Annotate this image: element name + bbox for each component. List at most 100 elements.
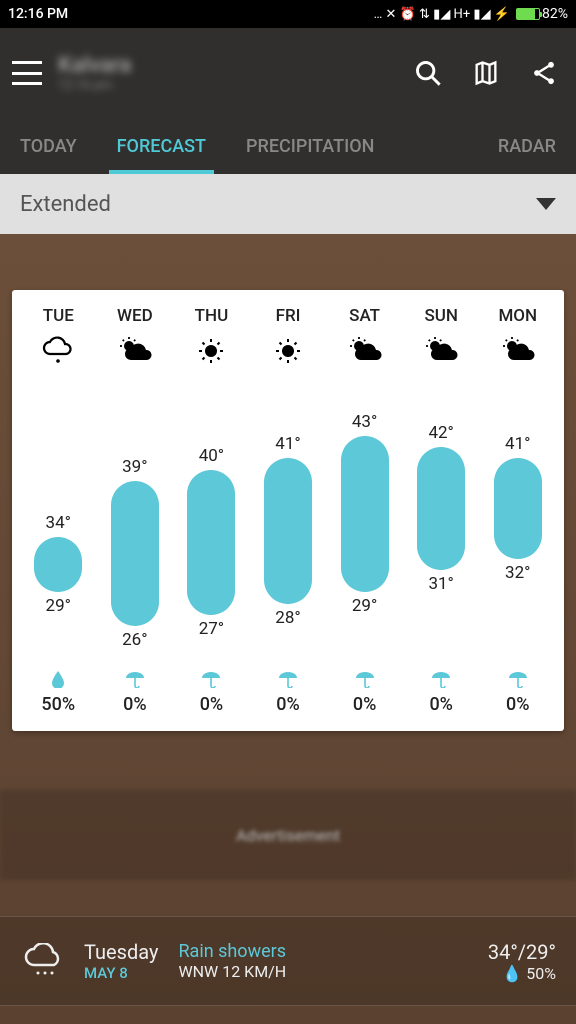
day-label: SAT <box>349 306 380 326</box>
summary-temps-block: 34°/29° 💧 50% <box>488 940 556 983</box>
forecast-day[interactable]: MON <box>479 306 556 374</box>
temp-low: 29° <box>46 596 71 616</box>
summary-precip: 💧 50% <box>488 964 556 983</box>
tab-radar[interactable]: RADAR <box>478 118 576 174</box>
precip-cell: 0% <box>403 670 480 715</box>
forecast-day[interactable]: SUN <box>403 306 480 374</box>
temp-bar-column: 34° 29° <box>20 380 97 650</box>
status-bar: 12:16 PM … ✕ ⏰ ⇅ ▮◢ H+ ▮◢ ⚡ 82% <box>0 0 576 28</box>
forecast-view-label: Extended <box>20 192 111 217</box>
precip-value: 0% <box>200 694 223 715</box>
day-label: THU <box>195 306 229 326</box>
precip-cell: 0% <box>479 670 556 715</box>
temp-low: 29° <box>352 596 377 616</box>
status-icons: … ✕ ⏰ ⇅ ▮◢ H+ ▮◢ ⚡ <box>374 7 510 22</box>
temp-bar-column: 42° 31° <box>403 380 480 650</box>
temp-bar <box>494 458 542 559</box>
precip-value: 0% <box>506 694 529 715</box>
temp-bar-column: 43° 29° <box>326 380 403 650</box>
precip-cell: 50% <box>20 670 97 715</box>
temp-high: 42° <box>428 423 453 443</box>
forecast-day[interactable]: SAT <box>326 306 403 374</box>
temp-bar <box>187 470 235 615</box>
cloud-rain-icon <box>20 943 64 979</box>
temp-bar <box>341 436 389 592</box>
chevron-down-icon <box>536 198 556 210</box>
temp-low: 26° <box>122 630 147 650</box>
temp-low: 31° <box>428 574 453 594</box>
forecast-day[interactable]: THU <box>173 306 250 374</box>
location-name: Kalvara <box>58 53 398 78</box>
precip-value: 0% <box>276 694 299 715</box>
day-label: SUN <box>424 306 457 326</box>
tab-forecast[interactable]: FORECAST <box>97 118 226 174</box>
temp-high: 34° <box>46 513 71 533</box>
temp-low: 27° <box>199 619 224 639</box>
day-label: TUE <box>43 306 74 326</box>
temp-high: 41° <box>275 434 300 454</box>
today-summary-bar[interactable]: Tuesday MAY 8 Rain showers WNW 12 KM/H 3… <box>0 916 576 1006</box>
summary-conditions-block: Rain showers WNW 12 KM/H <box>178 941 467 981</box>
umbrella-icon <box>201 670 221 688</box>
precip-cell: 0% <box>250 670 327 715</box>
cloud-hail-icon <box>38 336 78 366</box>
advertisement[interactable]: Advertisement <box>0 790 576 880</box>
temp-low: 32° <box>505 563 530 583</box>
umbrella-icon <box>508 670 528 688</box>
search-icon[interactable] <box>414 59 442 87</box>
temp-bar <box>417 447 465 570</box>
forecast-day[interactable]: TUE <box>20 306 97 374</box>
appbar-actions <box>414 59 564 87</box>
precip-cell: 0% <box>326 670 403 715</box>
temp-high: 41° <box>505 434 530 454</box>
summary-wind: WNW 12 KM/H <box>178 962 467 981</box>
forecast-view-selector[interactable]: Extended <box>0 174 576 234</box>
sun-cloud-icon <box>345 336 385 366</box>
sun-cloud-icon <box>421 336 461 366</box>
temp-high: 43° <box>352 412 377 432</box>
summary-day: Tuesday <box>84 940 158 964</box>
temp-low: 28° <box>275 608 300 628</box>
battery-percent: 82% <box>542 6 568 22</box>
tab-today[interactable]: TODAY <box>0 118 97 174</box>
precip-value: 0% <box>123 694 146 715</box>
temp-bar-column: 40° 27° <box>173 380 250 650</box>
menu-button[interactable] <box>12 61 42 85</box>
umbrella-icon <box>431 670 451 688</box>
tab-precipitation[interactable]: PRECIPITATION <box>226 118 394 174</box>
location-block[interactable]: Kalvara 12:16 pm <box>58 53 398 93</box>
summary-date-block: Tuesday MAY 8 <box>84 940 158 982</box>
day-label: WED <box>117 306 153 326</box>
precip-value: 50% <box>41 694 75 715</box>
umbrella-icon <box>278 670 298 688</box>
precip-cell: 0% <box>97 670 174 715</box>
forecast-day[interactable]: FRI <box>250 306 327 374</box>
battery-icon <box>516 8 540 20</box>
forecast-card: TUEWEDTHUFRISATSUNMON34°29°39°26°40°27°4… <box>12 290 564 731</box>
status-time: 12:16 PM <box>8 6 68 22</box>
temp-bar-column: 41° 32° <box>479 380 556 650</box>
drop-icon <box>50 670 66 688</box>
precip-cell: 0% <box>173 670 250 715</box>
sun-cloud-icon <box>115 336 155 366</box>
forecast-day[interactable]: WED <box>97 306 174 374</box>
precip-value: 0% <box>429 694 452 715</box>
summary-date: MAY 8 <box>84 964 158 982</box>
location-time: 12:16 pm <box>58 78 398 93</box>
sun-cloud-icon <box>498 336 538 366</box>
umbrella-icon <box>125 670 145 688</box>
umbrella-icon <box>355 670 375 688</box>
status-right: … ✕ ⏰ ⇅ ▮◢ H+ ▮◢ ⚡ 82% <box>374 6 568 22</box>
share-icon[interactable] <box>530 59 558 87</box>
drop-icon: 💧 <box>502 964 522 983</box>
temp-high: 40° <box>199 446 224 466</box>
summary-condition: Rain showers <box>178 941 467 962</box>
temp-bar-column: 41° 28° <box>250 380 327 650</box>
day-label: FRI <box>276 306 301 326</box>
map-icon[interactable] <box>472 59 500 87</box>
day-label: MON <box>498 306 537 326</box>
precip-value: 0% <box>353 694 376 715</box>
temp-bar <box>264 458 312 603</box>
sun-icon <box>268 336 308 366</box>
tab-bar: TODAY FORECAST PRECIPITATION RADAR <box>0 118 576 174</box>
